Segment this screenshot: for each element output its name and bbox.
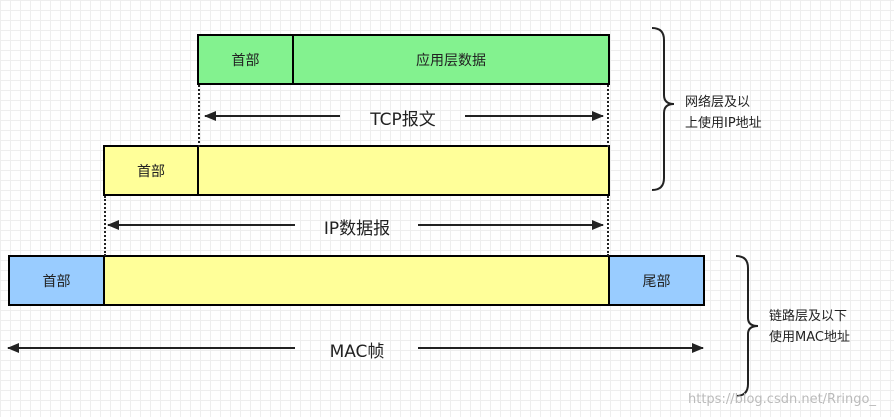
ip-caption: IP数据报 xyxy=(323,219,391,239)
arrows-and-braces xyxy=(7,27,759,397)
upper-side-note: 网络层及以 上使用IP地址 xyxy=(685,92,762,134)
mac-caption: MAC帧 xyxy=(329,342,385,362)
tcp-caption: TCP报文 xyxy=(370,110,436,130)
upper-brace xyxy=(651,27,675,191)
watermark-text: https://blog.csdn.net/Rringo_ xyxy=(688,392,876,407)
upper-side-note-line2: 上使用IP地址 xyxy=(685,116,762,131)
lower-brace xyxy=(735,255,759,397)
lower-side-note-line2: 使用MAC地址 xyxy=(769,330,850,345)
upper-side-note-line1: 网络层及以 xyxy=(685,95,751,110)
lower-side-note-line1: 链路层及以下 xyxy=(769,309,848,324)
lower-side-note: 链路层及以下 使用MAC地址 xyxy=(769,306,850,348)
